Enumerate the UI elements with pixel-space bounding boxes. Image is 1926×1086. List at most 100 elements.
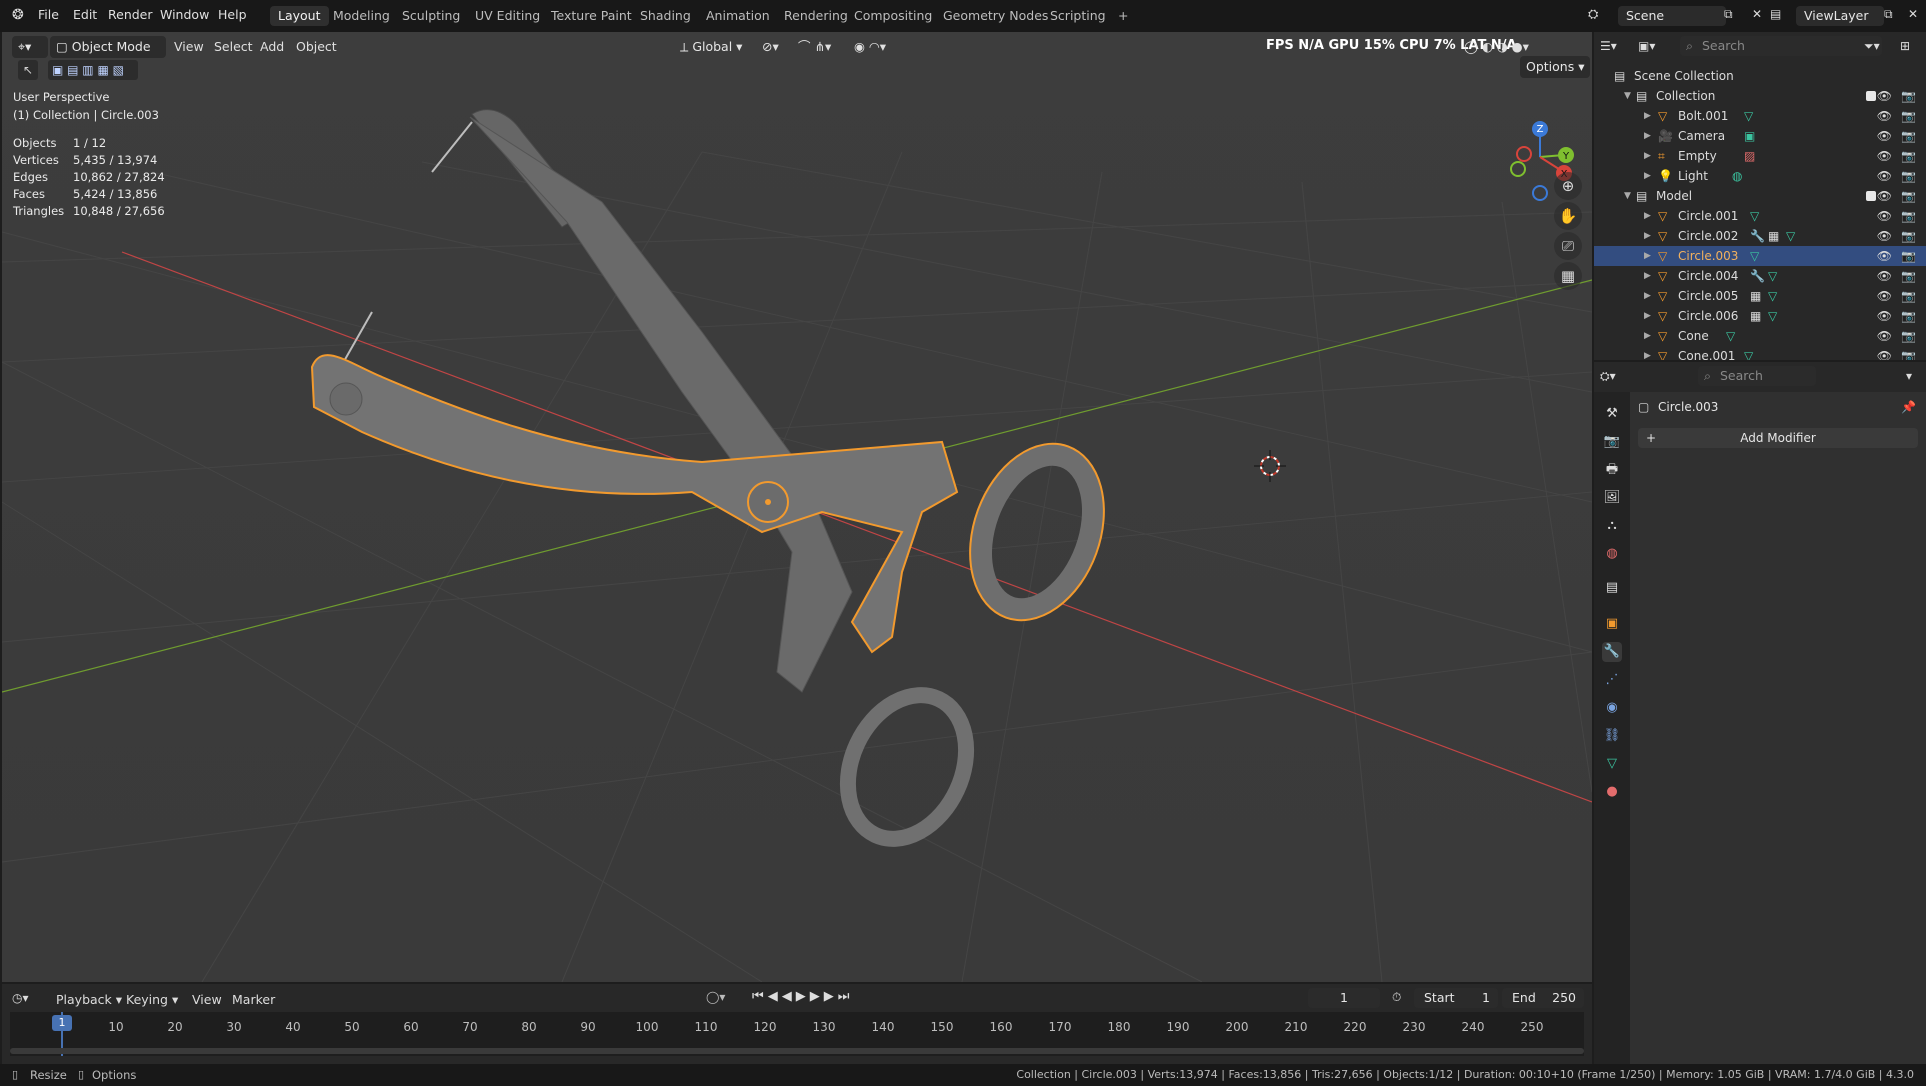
scene-icon[interactable]: ⛭ <box>1588 7 1598 22</box>
viewlayer-icon[interactable]: ▤ <box>1770 7 1781 21</box>
outliner-root[interactable]: ▤ Scene Collection <box>1594 66 1926 86</box>
outliner-item-model[interactable]: ▼ ▤ Model 👁 📷 <box>1594 186 1926 206</box>
eye-icon[interactable]: 👁 <box>1877 226 1892 246</box>
tab-scripting[interactable]: Scripting <box>1042 6 1114 26</box>
outliner-item-circle-006[interactable]: ▶ ▽ Circle.006 ▦ ▽ 👁 📷 <box>1594 306 1926 326</box>
eye-icon[interactable]: 👁 <box>1877 186 1892 206</box>
exclude-checkbox[interactable] <box>1866 191 1876 201</box>
editor-type-icon[interactable]: ⌖▾ <box>12 36 48 58</box>
tool-tab-icon[interactable]: ⚒ <box>1602 404 1622 424</box>
shading-modes-icon[interactable]: ◯ ◐ ◑ ●▾ <box>1464 37 1529 57</box>
data-tab-icon[interactable]: ▽ <box>1602 754 1622 774</box>
current-frame-field[interactable]: 1 <box>1308 988 1380 1008</box>
playback-controls[interactable]: ⏮◀◀▶▶▶⏭ <box>752 989 853 1004</box>
menu-add[interactable]: Add <box>260 37 284 57</box>
panel-options-icon[interactable]: ▾ <box>1906 366 1912 386</box>
3d-viewport[interactable]: Z Y X ⌖▾ ▢ Object Mode ▾ View Select Add… <box>2 32 1592 982</box>
render-camera-icon[interactable]: 📷 <box>1901 166 1916 186</box>
eye-icon[interactable]: 👁 <box>1877 326 1892 346</box>
outliner-item-circle-004[interactable]: ▶ ▽ Circle.004 🔧 ▽ 👁 📷 <box>1594 266 1926 286</box>
perspective-toggle-icon[interactable]: ▦ <box>1554 262 1582 290</box>
eye-icon[interactable]: 👁 <box>1877 286 1892 306</box>
pin-icon[interactable]: 📌 <box>1901 400 1916 414</box>
keying-menu[interactable]: Keying ▾ <box>126 990 178 1010</box>
expand-icon[interactable]: ▶ <box>1644 206 1651 226</box>
expand-icon[interactable]: ▶ <box>1644 326 1651 346</box>
new-scene-icon[interactable]: ⧉ <box>1724 7 1733 22</box>
render-camera-icon[interactable]: 📷 <box>1901 186 1916 206</box>
outliner-item-cone[interactable]: ▶ ▽ Cone ▽ 👁 📷 <box>1594 326 1926 346</box>
modifiers-tab-icon[interactable]: 🔧 <box>1602 642 1622 662</box>
auto-keying-icon[interactable]: ◯▾ <box>706 990 725 1004</box>
marker-menu[interactable]: Marker <box>232 990 275 1010</box>
outliner-item-circle-005[interactable]: ▶ ▽ Circle.005 ▦ ▽ 👁 📷 <box>1594 286 1926 306</box>
outliner-item-light[interactable]: ▶ 💡 Light ◍ 👁 📷 <box>1594 166 1926 186</box>
tab-shading[interactable]: Shading <box>632 6 699 26</box>
options-button[interactable]: Options ▾ <box>1520 56 1591 78</box>
render-camera-icon[interactable]: 📷 <box>1901 226 1916 246</box>
view-layer-tab-icon[interactable]: 🖼 <box>1602 488 1622 508</box>
outliner-editor-icon[interactable]: ☰▾ <box>1600 36 1630 56</box>
render-tab-icon[interactable]: 📷 <box>1602 432 1622 452</box>
eye-icon[interactable]: 👁 <box>1877 266 1892 286</box>
pivot-icon[interactable]: ⊘▾ <box>762 37 779 57</box>
tab-sculpting[interactable]: Sculpting <box>394 6 468 26</box>
tab-layout[interactable]: Layout <box>270 6 329 26</box>
expand-icon[interactable]: ▼ <box>1624 186 1631 206</box>
material-tab-icon[interactable]: ● <box>1602 782 1622 802</box>
world-tab-icon[interactable]: ◍ <box>1602 544 1622 564</box>
outliner-item-camera[interactable]: ▶ 🎥 Camera ▣ 👁 📷 <box>1594 126 1926 146</box>
start-frame-field[interactable]: Start 1 <box>1414 988 1498 1008</box>
eye-icon[interactable]: 👁 <box>1877 106 1892 126</box>
mode-selector[interactable]: ▢ Object Mode ▾ <box>50 36 166 76</box>
playhead[interactable]: 1 <box>52 1015 72 1031</box>
tab-geometry-nodes[interactable]: Geometry Nodes <box>935 6 1056 26</box>
eye-icon[interactable]: 👁 <box>1877 166 1892 186</box>
outliner-item-circle-002[interactable]: ▶ ▽ Circle.002 🔧 ▦ ▽ 👁 📷 <box>1594 226 1926 246</box>
camera-view-icon[interactable]: ⎚ <box>1554 232 1582 260</box>
expand-icon[interactable]: ▶ <box>1644 306 1651 326</box>
outliner-item-empty[interactable]: ▶ ⌗ Empty ▨ 👁 📷 <box>1594 146 1926 166</box>
collection-tab-icon[interactable]: ▤ <box>1602 578 1622 598</box>
playback-menu[interactable]: Playback ▾ <box>56 990 122 1010</box>
exclude-checkbox[interactable] <box>1866 91 1876 101</box>
add-workspace-button[interactable]: + <box>1110 6 1136 26</box>
particles-tab-icon[interactable]: ⋰ <box>1602 670 1622 690</box>
new-viewlayer-icon[interactable]: ⧉ <box>1884 7 1893 22</box>
outliner-item-collection[interactable]: ▼ ▤ Collection 👁 📷 <box>1594 86 1926 106</box>
proportional-edit-icon[interactable]: ◉ ◠▾ <box>854 37 886 57</box>
orientation-selector[interactable]: ⟂ Global ▾ <box>674 36 762 58</box>
eye-icon[interactable]: 👁 <box>1877 86 1892 106</box>
eye-icon[interactable]: 👁 <box>1877 146 1892 166</box>
menu-view[interactable]: View <box>174 37 204 57</box>
eye-icon[interactable]: 👁 <box>1877 246 1892 266</box>
tweak-tool-icon[interactable]: ↖ <box>18 60 38 80</box>
filter-icon[interactable]: ⏷▾ <box>1864 36 1880 56</box>
expand-icon[interactable]: ▶ <box>1644 146 1651 166</box>
outliner-item-bolt[interactable]: ▶ ▽ Bolt.001 ▽ 👁 📷 <box>1594 106 1926 126</box>
output-tab-icon[interactable]: 🖶 <box>1602 460 1622 480</box>
render-camera-icon[interactable]: 📷 <box>1901 86 1916 106</box>
frame-ruler[interactable]: 1 10 20 30 40 50 60 70 80 90 100 110 120… <box>10 1012 1584 1056</box>
expand-icon[interactable]: ▶ <box>1644 106 1651 126</box>
eye-icon[interactable]: 👁 <box>1877 206 1892 226</box>
tab-rendering[interactable]: Rendering <box>776 6 856 26</box>
menu-help[interactable]: Help <box>218 7 247 22</box>
end-frame-field[interactable]: End 250 <box>1502 988 1584 1008</box>
eye-icon[interactable]: 👁 <box>1877 126 1892 146</box>
render-camera-icon[interactable]: 📷 <box>1901 106 1916 126</box>
expand-icon[interactable]: ▼ <box>1624 86 1631 106</box>
render-camera-icon[interactable]: 📷 <box>1901 306 1916 326</box>
outliner-item-circle-003[interactable]: ▶ ▽ Circle.003 ▽ 👁 📷 <box>1594 246 1926 266</box>
viewlayer-selector[interactable]: ViewLayer <box>1796 6 1884 26</box>
outliner-search-input[interactable]: ⌕ Search <box>1680 36 1882 56</box>
render-camera-icon[interactable]: 📷 <box>1901 146 1916 166</box>
tab-modeling[interactable]: Modeling <box>325 6 398 26</box>
timeline-editor-icon[interactable]: ◷▾ <box>12 988 29 1008</box>
selection-mode-icons[interactable]: ▣ ▤ ▥ ▦ ▧ <box>48 60 138 80</box>
tab-texture-paint[interactable]: Texture Paint <box>543 6 640 26</box>
expand-icon[interactable]: ▶ <box>1644 266 1651 286</box>
zoom-icon[interactable]: ⊕ <box>1554 172 1582 200</box>
expand-icon[interactable]: ▶ <box>1644 226 1651 246</box>
pan-hand-icon[interactable]: ✋ <box>1554 202 1582 230</box>
